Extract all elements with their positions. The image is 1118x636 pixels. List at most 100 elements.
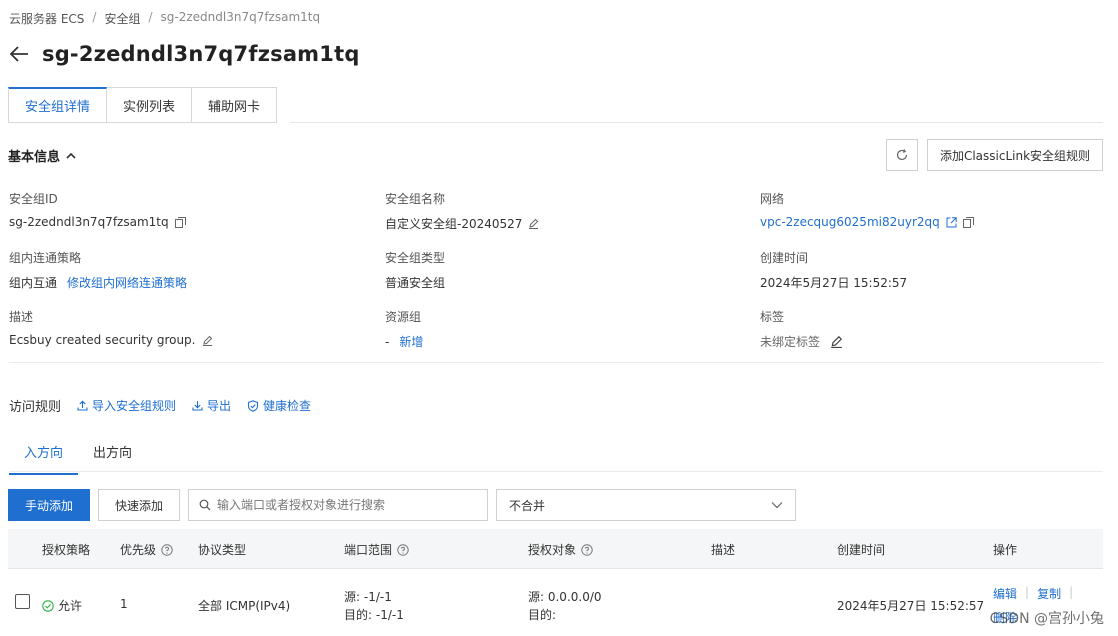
- quick-add-button[interactable]: 快速添加: [98, 489, 180, 521]
- copy-rule-link[interactable]: 复制: [1037, 585, 1061, 602]
- row-obj-dst: 目的:: [528, 608, 557, 622]
- field-desc: 描述 Ecsbuy created security group.: [9, 308, 213, 347]
- shield-check-icon: [247, 399, 259, 412]
- policy-value: 组内互通: [9, 276, 58, 290]
- field-tags: 标签 未绑定标签: [760, 308, 843, 350]
- edit-icon[interactable]: [830, 335, 843, 348]
- field-sg-id: 安全组ID sg-2zedndl3n7q7fzsam1tq: [9, 190, 186, 229]
- add-classiclink-rule-button[interactable]: 添加ClassicLink安全组规则: [927, 139, 1103, 171]
- rules-toolbar: 访问规则 导入安全组规则 导出 健康检查: [9, 396, 311, 415]
- refresh-button[interactable]: [886, 139, 918, 171]
- field-label: 安全组类型: [385, 251, 446, 265]
- tab-inbound[interactable]: 入方向: [9, 436, 79, 475]
- row-created: 2024年5月27日 15:52:57: [837, 599, 985, 613]
- rules-title: 访问规则: [9, 400, 62, 415]
- desc-value: Ecsbuy created security group.: [9, 333, 196, 347]
- health-check-label: 健康检查: [263, 399, 312, 413]
- breadcrumb-security-group[interactable]: 安全组: [104, 10, 140, 27]
- field-label: 创建时间: [760, 251, 809, 265]
- ops-separator: |: [1025, 585, 1030, 599]
- sg-id-value: sg-2zedndl3n7q7fzsam1tq: [9, 215, 169, 229]
- help-icon[interactable]: [161, 543, 173, 556]
- download-icon: [192, 401, 203, 411]
- search-box: [188, 489, 488, 521]
- col-description: 描述: [711, 543, 736, 557]
- detail-tabs: 安全组详情 实例列表 辅助网卡: [8, 87, 278, 123]
- tags-value: 未绑定标签: [760, 335, 821, 349]
- field-resource-group: 资源组 - 新增: [385, 308, 423, 350]
- external-link-icon[interactable]: [946, 216, 957, 228]
- row-port-dst: 目的: -1/-1: [344, 608, 404, 622]
- ops-separator: |: [1069, 585, 1074, 599]
- row-ops-top: 编辑 | 复制 |: [993, 585, 1073, 602]
- add-resource-group-link[interactable]: 新增: [399, 333, 423, 350]
- row-protocol: 全部 ICMP(IPv4): [198, 599, 291, 613]
- health-check-link[interactable]: 健康检查: [247, 397, 311, 414]
- field-created: 创建时间 2024年5月27日 15:52:57: [760, 249, 907, 291]
- breadcrumb-ecs[interactable]: 云服务器 ECS: [9, 10, 84, 27]
- copy-icon[interactable]: [962, 216, 974, 228]
- basic-info-toggle[interactable]: 基本信息: [8, 146, 76, 165]
- direction-tabs-divider: [9, 471, 1103, 472]
- breadcrumb-separator: /: [148, 10, 153, 24]
- field-label: 安全组ID: [9, 192, 58, 206]
- row-checkbox[interactable]: [15, 594, 30, 609]
- field-sg-name: 安全组名称 自定义安全组-20240527: [385, 190, 539, 232]
- field-policy: 组内连通策略 组内互通 修改组内网络连通策略: [9, 249, 187, 291]
- table-row: 允许 1 全部 ICMP(IPv4) 源: -1/-1 目的: -1/-1 源:…: [8, 570, 1103, 636]
- row-obj-src: 源: 0.0.0.0/0: [528, 590, 602, 604]
- col-actions: 操作: [993, 543, 1018, 557]
- check-circle-icon: [42, 599, 54, 612]
- search-input[interactable]: [217, 498, 477, 512]
- chevron-up-icon: [66, 152, 76, 159]
- field-sg-type: 安全组类型 普通安全组: [385, 249, 445, 291]
- section-divider: [9, 362, 1103, 363]
- edit-rule-link[interactable]: 编辑: [993, 585, 1017, 602]
- copy-icon[interactable]: [174, 216, 186, 228]
- col-policy: 授权策略: [42, 543, 91, 557]
- tabs-divider: [290, 122, 1103, 123]
- breadcrumb: 云服务器 ECS / 安全组 / sg-2zedndl3n7q7fzsam1tq: [9, 10, 320, 27]
- edit-icon[interactable]: [202, 335, 213, 346]
- chevron-down-icon: [771, 502, 783, 509]
- rules-table-header: 授权策略 优先级 协议类型 端口范围 授权对象 描述 创建时间 操作: [8, 529, 1103, 569]
- title-row: sg-2zedndl3n7q7fzsam1tq: [8, 42, 360, 66]
- search-icon: [199, 499, 211, 511]
- page-title: sg-2zedndl3n7q7fzsam1tq: [42, 42, 360, 66]
- tab-sg-detail[interactable]: 安全组详情: [8, 87, 108, 123]
- tab-secondary-nic[interactable]: 辅助网卡: [192, 87, 278, 123]
- field-network: 网络 vpc-2zecqug6025mi82uyr2qq: [760, 190, 974, 229]
- manual-add-button[interactable]: 手动添加: [8, 489, 90, 521]
- export-label: 导出: [207, 399, 232, 413]
- tab-instance-list[interactable]: 实例列表: [107, 87, 193, 123]
- breadcrumb-separator: /: [92, 10, 97, 24]
- import-rules-label: 导入安全组规则: [92, 399, 177, 413]
- field-label: 描述: [9, 310, 34, 324]
- refresh-icon: [896, 149, 908, 161]
- col-protocol: 协议类型: [198, 543, 247, 557]
- col-priority: 优先级: [120, 541, 173, 558]
- basic-info-title: 基本信息: [8, 150, 61, 165]
- merge-select[interactable]: 不合并: [496, 489, 796, 521]
- col-created: 创建时间: [837, 543, 886, 557]
- field-label: 组内连通策略: [9, 251, 82, 265]
- modify-policy-link[interactable]: 修改组内网络连通策略: [67, 274, 187, 291]
- vpc-link[interactable]: vpc-2zecqug6025mi82uyr2qq: [760, 215, 940, 229]
- row-priority: 1: [120, 597, 128, 611]
- created-value: 2024年5月27日 15:52:57: [760, 276, 908, 290]
- help-icon[interactable]: [581, 543, 593, 556]
- sg-name-value: 自定义安全组-20240527: [385, 217, 523, 231]
- direction-tabs: 入方向 出方向: [9, 436, 147, 475]
- export-link[interactable]: 导出: [192, 397, 231, 414]
- field-label: 网络: [760, 192, 785, 206]
- edit-icon[interactable]: [528, 218, 539, 229]
- col-auth-object: 授权对象: [528, 541, 593, 558]
- field-label: 安全组名称: [385, 192, 446, 206]
- row-policy: 允许: [42, 597, 82, 614]
- help-icon[interactable]: [397, 543, 409, 556]
- tab-outbound[interactable]: 出方向: [78, 436, 147, 475]
- resource-group-value: -: [385, 334, 390, 349]
- import-rules-link[interactable]: 导入安全组规则: [77, 397, 176, 414]
- back-arrow-icon[interactable]: [8, 43, 30, 65]
- row-port-src: 源: -1/-1: [344, 590, 392, 604]
